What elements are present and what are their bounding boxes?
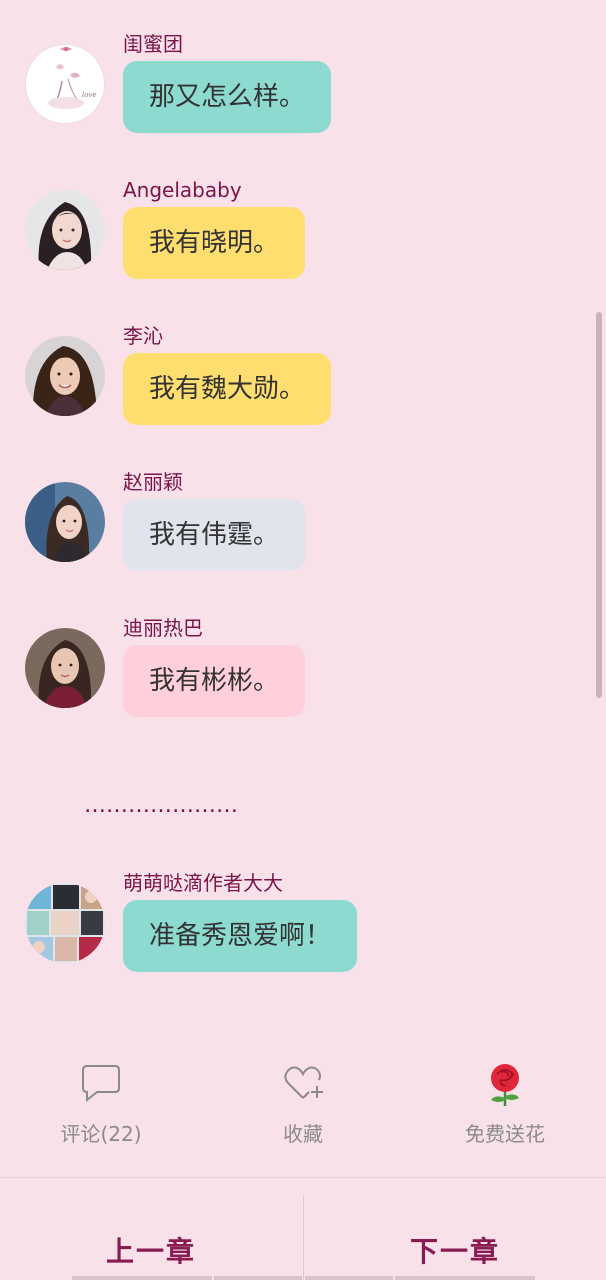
message-bubble: 我有彬彬。 <box>123 645 306 717</box>
message-bubble: 我有伟霆。 <box>123 499 306 571</box>
comment-icon <box>82 1065 120 1103</box>
woman-portrait-icon <box>25 336 105 416</box>
avatar[interactable] <box>25 628 105 708</box>
favorite-button[interactable]: 收藏 <box>233 1060 373 1147</box>
chat-message: 赵丽颖 我有伟霆。 <box>0 470 606 602</box>
send-flower-label: 免费送花 <box>465 1122 545 1146</box>
bottom-indicator <box>305 1276 393 1280</box>
avatar[interactable] <box>25 883 105 963</box>
rose-icon <box>491 1064 519 1106</box>
avatar[interactable]: love <box>25 44 105 124</box>
chat-message: 李沁 我有魏大勋。 <box>0 324 606 456</box>
chat-message: Angelababy 我有晓明。 <box>0 178 606 310</box>
svg-text:love: love <box>82 91 97 99</box>
bottom-indicator <box>214 1276 302 1280</box>
bottom-indicator <box>72 1276 212 1280</box>
prev-chapter-button[interactable]: 上一章 <box>51 1230 251 1270</box>
divider <box>303 1195 304 1280</box>
send-flower-button[interactable]: 免费送花 <box>435 1060 575 1147</box>
divider <box>0 1177 606 1178</box>
next-chapter-button[interactable]: 下一章 <box>355 1230 555 1270</box>
flower-logo-icon: love <box>26 45 104 123</box>
favorite-label: 收藏 <box>283 1122 323 1146</box>
scrollbar[interactable] <box>596 312 602 698</box>
chat-message: 迪丽热巴 我有彬彬。 <box>0 616 606 748</box>
sender-name: 闺蜜团 <box>123 32 183 56</box>
sender-name: 赵丽颖 <box>123 470 183 494</box>
sender-name: Angelababy <box>123 178 242 202</box>
ellipsis-text: ………………… <box>84 793 238 818</box>
chat-message: love 闺蜜团 那又怎么样。 <box>0 32 606 164</box>
message-bubble: 我有晓明。 <box>123 207 306 279</box>
message-bubble: 我有魏大勋。 <box>123 353 332 425</box>
chat-message: 萌萌哒滴作者大大 准备秀恩爱啊！ <box>0 871 606 1003</box>
woman-portrait-icon <box>25 628 105 708</box>
sender-name: 李沁 <box>123 324 163 348</box>
avatar[interactable] <box>25 190 105 270</box>
bottom-indicator <box>395 1276 535 1280</box>
message-bubble: 准备秀恩爱啊！ <box>123 900 358 972</box>
comment-button[interactable]: 评论(22) <box>31 1060 171 1147</box>
comment-label: 评论(22) <box>60 1122 142 1146</box>
woman-portrait-icon <box>25 482 105 562</box>
avatar[interactable] <box>25 336 105 416</box>
woman-portrait-icon <box>25 190 105 270</box>
avatar[interactable] <box>25 482 105 562</box>
sender-name: 萌萌哒滴作者大大 <box>123 871 283 895</box>
collage-icon <box>25 883 105 963</box>
sender-name: 迪丽热巴 <box>123 616 203 640</box>
message-bubble: 那又怎么样。 <box>123 61 332 133</box>
heart-plus-icon <box>284 1066 323 1099</box>
